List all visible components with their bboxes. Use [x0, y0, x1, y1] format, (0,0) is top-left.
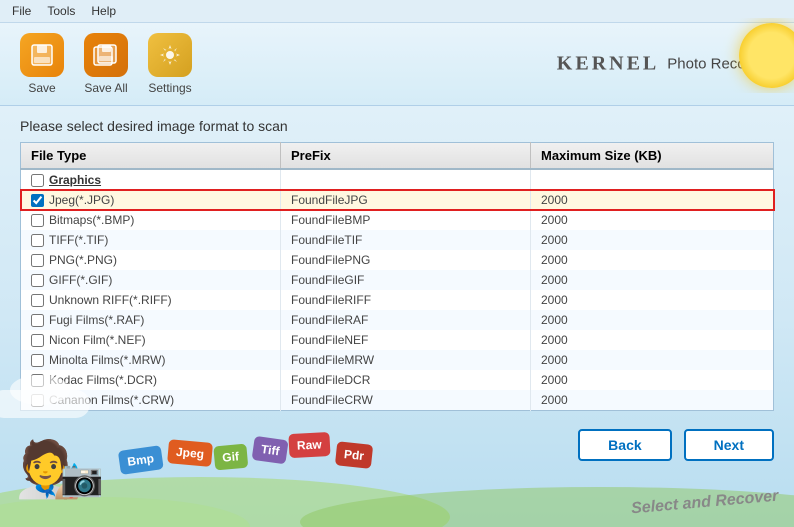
- cell-maxsize: [531, 169, 774, 190]
- checkbox-JpegJPG[interactable]: [31, 194, 44, 207]
- badge-bmp: Bmp: [118, 445, 164, 475]
- cell-filetype: Unknown RIFF(*.RIFF): [21, 290, 281, 310]
- cell-filetype: Jpeg(*.JPG): [21, 190, 281, 210]
- menubar: File Tools Help: [0, 0, 794, 23]
- table-row[interactable]: Minolta Films(*.MRW) FoundFileMRW 2000: [21, 350, 774, 370]
- cell-prefix: [281, 169, 531, 190]
- badge-raw: Raw: [288, 432, 330, 458]
- cell-filetype: Graphics: [21, 169, 281, 190]
- save-icon: [20, 33, 64, 77]
- cell-prefix: FoundFilePNG: [281, 250, 531, 270]
- col-header-filetype: File Type: [21, 143, 281, 170]
- table-row[interactable]: Jpeg(*.JPG) FoundFileJPG 2000: [21, 190, 774, 210]
- cell-maxsize: 2000: [531, 230, 774, 250]
- cell-maxsize: 2000: [531, 250, 774, 270]
- settings-label: Settings: [148, 81, 191, 95]
- cell-maxsize: 2000: [531, 330, 774, 350]
- cell-prefix: FoundFileBMP: [281, 210, 531, 230]
- format-badges: Bmp Jpeg Gif Tiff Raw Pdr: [120, 453, 371, 477]
- checkbox-NiconFilmNEF[interactable]: [31, 334, 44, 347]
- cell-filetype: Nicon Film(*.NEF): [21, 330, 281, 350]
- menu-help[interactable]: Help: [91, 4, 116, 18]
- sun-decoration: [719, 18, 794, 93]
- cell-prefix: FoundFileRIFF: [281, 290, 531, 310]
- cell-maxsize: 2000: [531, 190, 774, 210]
- cell-prefix: FoundFileRAF: [281, 310, 531, 330]
- save-all-icon: [84, 33, 128, 77]
- save-all-button[interactable]: Save All: [84, 33, 128, 95]
- cell-maxsize: 2000: [531, 270, 774, 290]
- cell-prefix: FoundFileCRW: [281, 390, 531, 411]
- cell-maxsize: 2000: [531, 370, 774, 390]
- badge-gif: Gif: [213, 444, 248, 471]
- checkbox-PNGPNG[interactable]: [31, 254, 44, 267]
- cell-filetype: PNG(*.PNG): [21, 250, 281, 270]
- cell-maxsize: 2000: [531, 310, 774, 330]
- checkbox-FugiFilmsRAF[interactable]: [31, 314, 44, 327]
- save-all-label: Save All: [84, 81, 127, 95]
- prompt-text: Please select desired image format to sc…: [20, 118, 774, 134]
- badge-tiff: Tiff: [252, 436, 289, 465]
- cell-prefix: FoundFileJPG: [281, 190, 531, 210]
- toolbar-buttons: Save Save All Settings: [20, 33, 192, 95]
- bottom-decoration: 🧑‍🎨 📷 Bmp Jpeg Gif Tiff Raw Pdr Select a…: [0, 427, 794, 527]
- logo-kernel-text: KERNEL: [557, 53, 659, 76]
- table-row[interactable]: Graphics: [21, 169, 774, 190]
- checkbox-BitmapsBMP[interactable]: [31, 214, 44, 227]
- cell-filetype: Bitmaps(*.BMP): [21, 210, 281, 230]
- cell-maxsize: 2000: [531, 290, 774, 310]
- cell-filetype: Fugi Films(*.RAF): [21, 310, 281, 330]
- badge-pdr: Pdr: [334, 441, 372, 469]
- cell-maxsize: 2000: [531, 390, 774, 411]
- table-row[interactable]: PNG(*.PNG) FoundFilePNG 2000: [21, 250, 774, 270]
- cell-maxsize: 2000: [531, 210, 774, 230]
- cell-maxsize: 2000: [531, 350, 774, 370]
- settings-icon: [148, 33, 192, 77]
- cell-prefix: FoundFileGIF: [281, 270, 531, 290]
- cell-prefix: FoundFileTIF: [281, 230, 531, 250]
- cell-prefix: FoundFileDCR: [281, 370, 531, 390]
- table-row[interactable]: Cananon Films(*.CRW) FoundFileCRW 2000: [21, 390, 774, 411]
- badge-jpeg: Jpeg: [167, 439, 213, 467]
- save-button[interactable]: Save: [20, 33, 64, 95]
- table-row[interactable]: Nicon Film(*.NEF) FoundFileNEF 2000: [21, 330, 774, 350]
- table-row[interactable]: Kodac Films(*.DCR) FoundFileDCR 2000: [21, 370, 774, 390]
- checkbox-MinoltaFilmsMRW[interactable]: [31, 354, 44, 367]
- camera-icon: 📷: [60, 458, 104, 499]
- table-row[interactable]: Fugi Films(*.RAF) FoundFileRAF 2000: [21, 310, 774, 330]
- cloud-left-puff: [10, 375, 70, 405]
- col-header-maxsize: Maximum Size (KB): [531, 143, 774, 170]
- menu-file[interactable]: File: [12, 4, 31, 18]
- toolbar: Save Save All Settings: [0, 23, 794, 106]
- cell-filetype: TIFF(*.TIF): [21, 230, 281, 250]
- checkbox-TIFFTIF[interactable]: [31, 234, 44, 247]
- table-header-row: File Type PreFix Maximum Size (KB): [21, 143, 774, 170]
- main-content: Please select desired image format to sc…: [0, 106, 794, 419]
- checkbox-UnknownRIFFRIFF[interactable]: [31, 294, 44, 307]
- cell-prefix: FoundFileNEF: [281, 330, 531, 350]
- col-header-prefix: PreFix: [281, 143, 531, 170]
- table-row[interactable]: GIFF(*.GIF) FoundFileGIF 2000: [21, 270, 774, 290]
- checkbox-graphics[interactable]: [31, 174, 44, 187]
- checkbox-GIFFGIF[interactable]: [31, 274, 44, 287]
- menu-tools[interactable]: Tools: [47, 4, 75, 18]
- cell-filetype: GIFF(*.GIF): [21, 270, 281, 290]
- cell-filetype: Minolta Films(*.MRW): [21, 350, 281, 370]
- save-label: Save: [28, 81, 55, 95]
- table-row[interactable]: Unknown RIFF(*.RIFF) FoundFileRIFF 2000: [21, 290, 774, 310]
- file-type-table: File Type PreFix Maximum Size (KB) Graph…: [20, 142, 774, 411]
- table-row[interactable]: Bitmaps(*.BMP) FoundFileBMP 2000: [21, 210, 774, 230]
- table-row[interactable]: TIFF(*.TIF) FoundFileTIF 2000: [21, 230, 774, 250]
- cell-prefix: FoundFileMRW: [281, 350, 531, 370]
- settings-button[interactable]: Settings: [148, 33, 192, 95]
